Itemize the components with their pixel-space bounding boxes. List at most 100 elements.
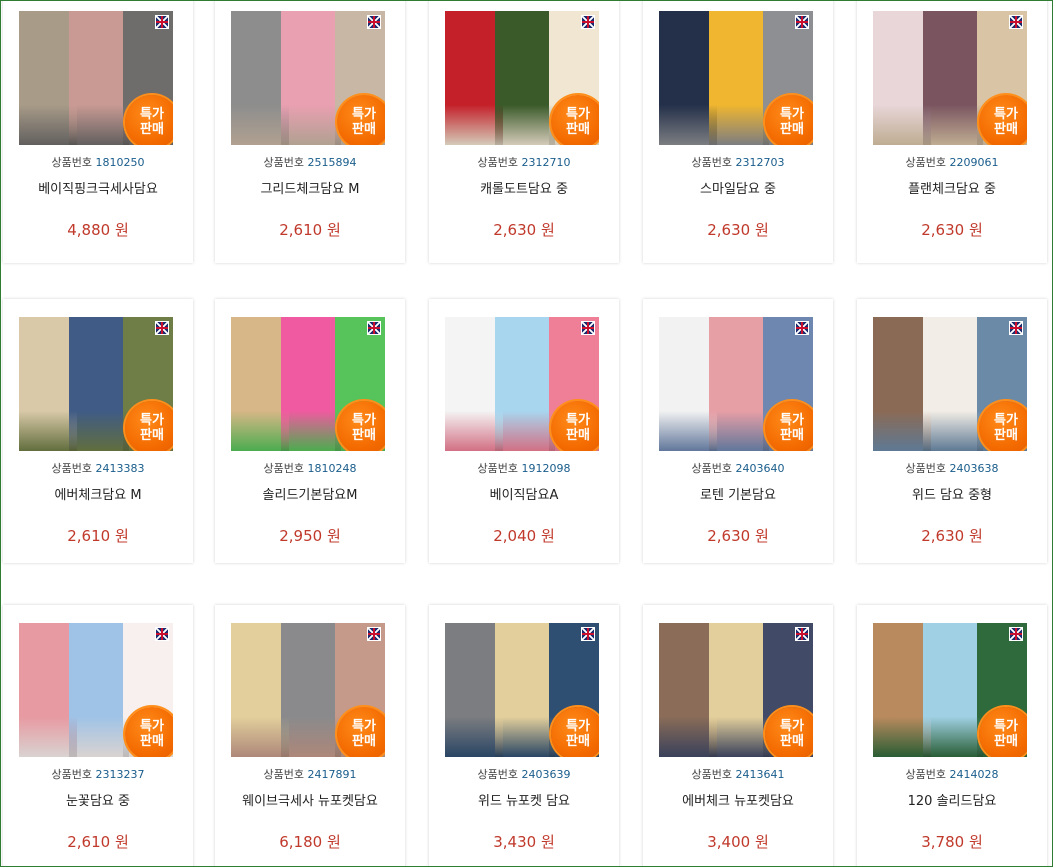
product-code-label: 상품번호 xyxy=(263,768,308,781)
badge-line1: 특가 xyxy=(140,107,164,122)
product-name[interactable]: 스마일담요 중 xyxy=(643,178,833,197)
flag-icon xyxy=(581,627,595,641)
blanket-swatch xyxy=(495,317,555,451)
product-card[interactable]: 특가 판매 상품번호 1810248 솔리드기본담요M 2,950 원 xyxy=(215,299,405,563)
product-image[interactable]: 특가 판매 xyxy=(19,11,173,145)
product-code-number: 2403639 xyxy=(521,768,571,781)
product-image[interactable]: 특가 판매 xyxy=(231,317,385,451)
product-image[interactable]: 특가 판매 xyxy=(873,11,1027,145)
product-code-label: 상품번호 xyxy=(691,768,736,781)
product-name[interactable]: 그리드체크담요 M xyxy=(215,178,405,197)
product-name[interactable]: 캐롤도트담요 중 xyxy=(429,178,619,197)
product-image[interactable]: 특가 판매 xyxy=(19,317,173,451)
product-card[interactable]: 특가 판매상품번호 1810250 베이직핑크극세사담요 4,880 원 xyxy=(3,1,193,263)
badge-line2: 판매 xyxy=(140,428,164,443)
special-sale-badge: 특가 판매 xyxy=(551,95,599,145)
product-image[interactable]: 특가 판매 xyxy=(873,623,1027,757)
product-code: 상품번호 2413383 xyxy=(3,460,193,476)
blanket-swatch xyxy=(709,11,769,145)
blanket-swatch xyxy=(69,623,129,757)
product-name[interactable]: 에버체크 뉴포켓담요 xyxy=(643,790,833,809)
product-image[interactable]: 특가 판매 xyxy=(231,11,385,145)
product-image[interactable]: 특가 판매 xyxy=(445,317,599,451)
flag-icon xyxy=(155,627,169,641)
product-code-label: 상품번호 xyxy=(691,462,736,475)
product-name[interactable]: 위드 담요 중형 xyxy=(857,484,1047,503)
product-image[interactable]: 특가 판매 xyxy=(19,623,173,757)
product-price: 2,610 원 xyxy=(279,221,341,239)
product-image[interactable]: 특가 판매 xyxy=(445,11,599,145)
badge-line2: 판매 xyxy=(780,122,804,137)
product-code: 상품번호 2403640 xyxy=(643,460,833,476)
badge-line1: 특가 xyxy=(352,719,376,734)
product-price: 3,780 원 xyxy=(921,833,983,851)
product-code-number: 2403638 xyxy=(949,462,999,475)
product-price: 2,630 원 xyxy=(921,221,983,239)
product-name[interactable]: 에버체크담요 M xyxy=(3,484,193,503)
product-card[interactable]: 특가 판매 상품번호 2209061 플랜체크담요 중 2,630 원 xyxy=(857,1,1047,263)
special-sale-badge: 특가 판매 xyxy=(125,95,173,145)
product-card[interactable]: 특가 판매 상품번호 1912098 베이직담요A 2,040 원 xyxy=(429,299,619,563)
product-name[interactable]: 눈꽃담요 중 xyxy=(3,790,193,809)
blanket-swatch xyxy=(923,623,983,757)
product-code: 상품번호 2403638 xyxy=(857,460,1047,476)
product-card[interactable]: 특가 판매 상품번호 2312710 캐롤도트담요 중 2,630 원 xyxy=(429,1,619,263)
badge-line2: 판매 xyxy=(780,428,804,443)
product-image[interactable]: 특가 판매 xyxy=(231,623,385,757)
product-code: 상품번호 2515894 xyxy=(215,154,405,170)
badge-line2: 판매 xyxy=(140,122,164,137)
product-name[interactable]: 솔리드기본담요M xyxy=(215,484,405,503)
product-card[interactable]: 특가 판매 상품번호 2403638 위드 담요 중형 2,630 원 xyxy=(857,299,1047,563)
product-card[interactable]: 특가 판매 상품번호 2414028 120 솔리드담요 3,780 원 xyxy=(857,605,1047,866)
product-card[interactable]: 특가 판매 상품번호 2403639 위드 뉴포켓 담요 3,430 원 xyxy=(429,605,619,866)
product-code-label: 상품번호 xyxy=(263,156,308,169)
product-price: 3,400 원 xyxy=(707,833,769,851)
product-image[interactable]: 특가 판매 xyxy=(659,623,813,757)
blanket-swatch xyxy=(281,317,341,451)
badge-line1: 특가 xyxy=(566,107,590,122)
badge-line2: 판매 xyxy=(994,734,1018,749)
product-card[interactable]: 특가 판매 상품번호 2313237 눈꽃담요 중 2,610 원 xyxy=(3,605,193,866)
product-code-label: 상품번호 xyxy=(51,462,96,475)
product-code: 상품번호 1912098 xyxy=(429,460,619,476)
product-image[interactable]: 특가 판매 xyxy=(659,317,813,451)
product-card[interactable]: 특가 판매상품번호 2515894 그리드체크담요 M 2,610 원 xyxy=(215,1,405,263)
flag-icon xyxy=(581,15,595,29)
product-name[interactable]: 플랜체크담요 중 xyxy=(857,178,1047,197)
badge-line1: 특가 xyxy=(994,413,1018,428)
product-name[interactable]: 로텐 기본담요 xyxy=(643,484,833,503)
product-image[interactable]: 특가 판매 xyxy=(445,623,599,757)
product-card[interactable]: 특가 판매 상품번호 2417891 웨이브극세사 뉴포켓담요 6,180 원 xyxy=(215,605,405,866)
product-name[interactable]: 베이직담요A xyxy=(429,484,619,503)
product-price: 6,180 원 xyxy=(279,833,341,851)
product-code: 상품번호 2313237 xyxy=(3,766,193,782)
product-card[interactable]: 특가 판매 상품번호 2403640 로텐 기본담요 2,630 원 xyxy=(643,299,833,563)
product-image[interactable]: 특가 판매 xyxy=(659,11,813,145)
badge-line1: 특가 xyxy=(994,719,1018,734)
product-card[interactable]: 특가 판매 상품번호 2413383 에버체크담요 M 2,610 원 xyxy=(3,299,193,563)
special-sale-badge: 특가 판매 xyxy=(125,401,173,451)
badge-line2: 판매 xyxy=(566,428,590,443)
special-sale-badge: 특가 판매 xyxy=(979,401,1027,451)
badge-line1: 특가 xyxy=(352,107,376,122)
product-image[interactable]: 특가 판매 xyxy=(873,317,1027,451)
flag-icon xyxy=(367,627,381,641)
product-code-number: 2313237 xyxy=(95,768,145,781)
product-name[interactable]: 베이직핑크극세사담요 xyxy=(3,178,193,197)
product-name[interactable]: 위드 뉴포켓 담요 xyxy=(429,790,619,809)
product-price: 4,880 원 xyxy=(67,221,129,239)
flag-icon xyxy=(367,321,381,335)
product-code-label: 상품번호 xyxy=(51,156,96,169)
special-sale-badge: 특가 판매 xyxy=(979,707,1027,757)
flag-icon xyxy=(155,15,169,29)
product-card[interactable]: 특가 판매 상품번호 2312703 스마일담요 중 2,630 원 xyxy=(643,1,833,263)
badge-line1: 특가 xyxy=(566,719,590,734)
flag-icon xyxy=(581,321,595,335)
product-name[interactable]: 120 솔리드담요 xyxy=(857,790,1047,809)
product-name[interactable]: 웨이브극세사 뉴포켓담요 xyxy=(215,790,405,809)
product-code: 상품번호 1810250 xyxy=(3,154,193,170)
special-sale-badge: 특가 판매 xyxy=(337,401,385,451)
product-code-number: 2312710 xyxy=(521,156,571,169)
product-card[interactable]: 특가 판매 상품번호 2413641 에버체크 뉴포켓담요 3,400 원 xyxy=(643,605,833,866)
product-code-label: 상품번호 xyxy=(905,462,950,475)
